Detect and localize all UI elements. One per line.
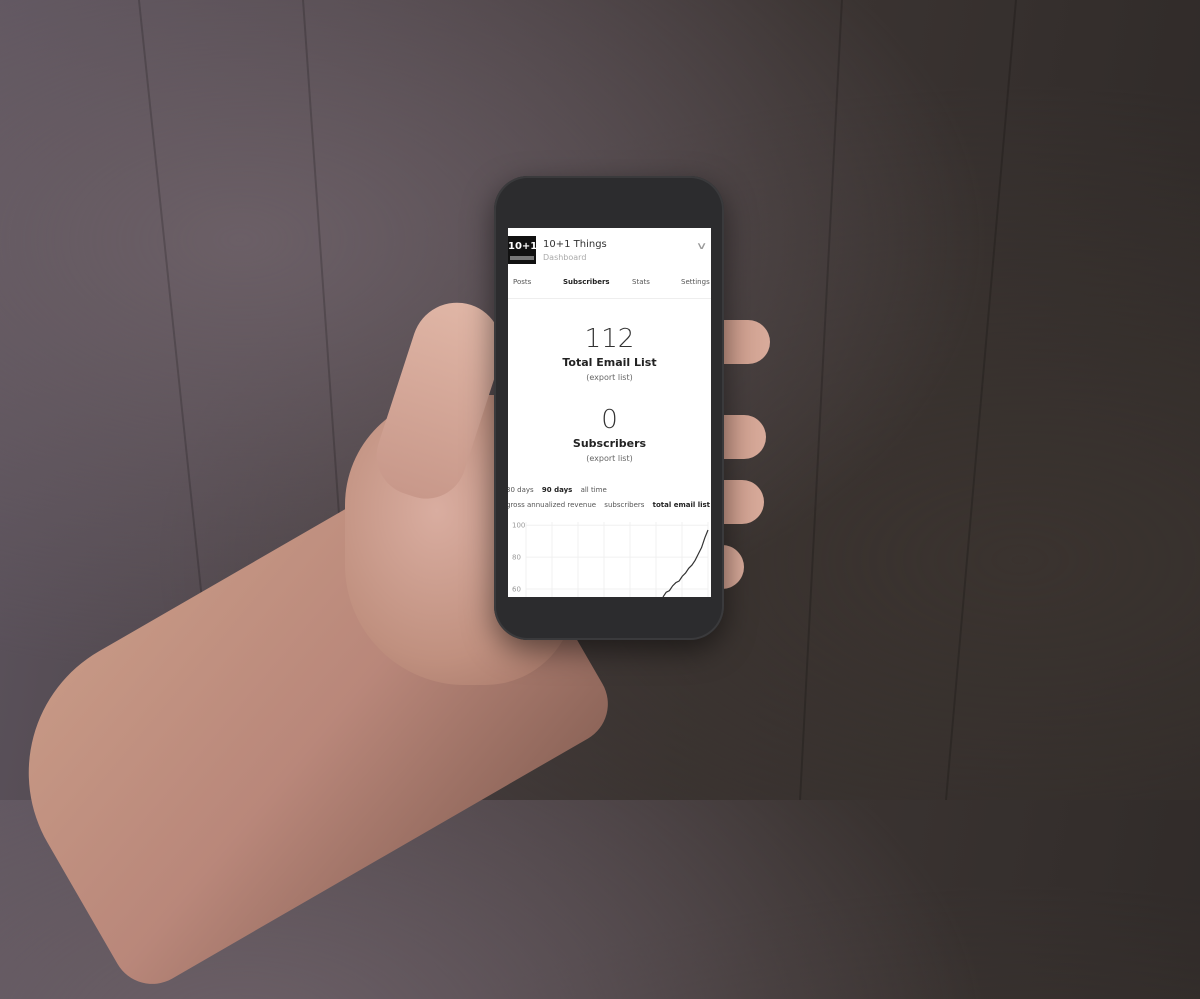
- phone-screen: 10+1 10+1 Things Dashboard ∨ Posts Subsc…: [508, 228, 711, 597]
- tab-subscribers[interactable]: Subscribers: [563, 278, 610, 286]
- y-tick-label: 60: [512, 586, 521, 594]
- tab-bar: Posts Subscribers Stats Settings: [508, 278, 711, 299]
- email-list-metric: 112 Total Email List (export list): [508, 324, 711, 382]
- tab-posts[interactable]: Posts: [513, 278, 531, 286]
- range-30-days[interactable]: 30 days: [508, 486, 534, 494]
- email-list-count: 112: [584, 324, 635, 354]
- background-plank: [799, 0, 843, 800]
- site-logo: 10+1: [508, 236, 538, 264]
- y-tick-label: 100: [512, 522, 525, 530]
- range-90-days[interactable]: 90 days: [542, 486, 572, 494]
- series-email-list[interactable]: total email list: [653, 501, 710, 509]
- email-list-chart: 100 80 60: [512, 522, 709, 597]
- background-plank: [945, 0, 1017, 800]
- site-subtitle: Dashboard: [543, 253, 587, 262]
- series-subscribers[interactable]: subscribers: [604, 501, 644, 509]
- export-email-list-link[interactable]: (export list): [508, 373, 711, 382]
- tab-settings[interactable]: Settings: [681, 278, 710, 286]
- site-name: 10+1 Things: [543, 239, 607, 250]
- tab-stats[interactable]: Stats: [632, 278, 650, 286]
- range-selector: 30 days 90 days all time: [508, 486, 613, 494]
- chevron-down-icon[interactable]: ∨: [695, 241, 707, 252]
- subscribers-metric: 0 Subscribers (export list): [508, 405, 711, 463]
- y-tick-label: 80: [512, 554, 521, 562]
- site-header[interactable]: 10+1 10+1 Things Dashboard ∨: [508, 236, 711, 266]
- series-selector: gross annualized revenue subscribers tot…: [508, 501, 711, 509]
- series-revenue[interactable]: gross annualized revenue: [508, 501, 596, 509]
- range-all-time[interactable]: all time: [581, 486, 607, 494]
- subscribers-label: Subscribers: [572, 437, 647, 450]
- subscribers-count: 0: [601, 405, 618, 435]
- logo-stripe: [510, 256, 534, 260]
- logo-text: 10+1: [508, 241, 538, 252]
- series-line: [662, 529, 709, 597]
- email-list-label: Total Email List: [562, 356, 657, 369]
- export-subscribers-link[interactable]: (export list): [508, 454, 711, 463]
